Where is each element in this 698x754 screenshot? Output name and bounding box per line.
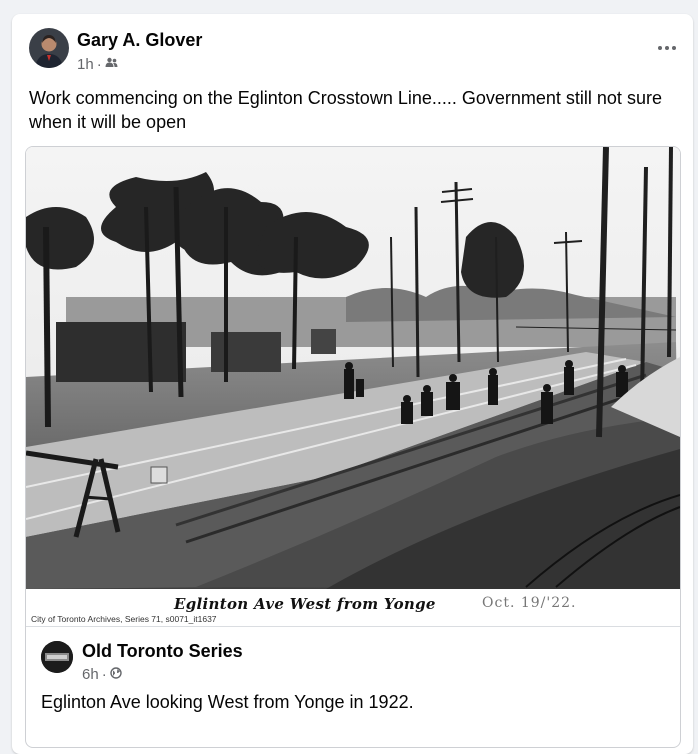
shared-post-text: Eglinton Ave looking West from Yonge in …	[41, 692, 414, 712]
meta-separator: ·	[96, 56, 102, 73]
meta-separator: ·	[101, 666, 107, 683]
photo-date: Oct. 19/'22.	[482, 595, 577, 611]
friends-icon[interactable]	[105, 56, 118, 73]
author-name[interactable]: Gary A. Glover	[77, 30, 202, 51]
globe-icon[interactable]	[109, 666, 122, 683]
page-avatar[interactable]	[41, 641, 73, 673]
post-meta: 1h ·	[77, 56, 118, 73]
more-options-icon	[658, 46, 676, 50]
page-name[interactable]: Old Toronto Series	[82, 641, 243, 662]
shared-post-time[interactable]: 6h	[82, 666, 99, 683]
archive-credit: City of Toronto Archives, Series 71, s00…	[31, 614, 217, 624]
shared-photo[interactable]: Eglinton Ave West from Yonge Oct. 19/'22…	[26, 147, 680, 625]
author-avatar[interactable]	[29, 28, 69, 68]
post-time[interactable]: 1h	[77, 56, 94, 73]
photo-caption: Eglinton Ave West from Yonge	[174, 595, 436, 613]
post-text: Work commencing on the Eglinton Crosstow…	[29, 88, 662, 132]
more-options-button[interactable]	[649, 30, 685, 66]
post-card: Gary A. Glover 1h · Work commencing on t…	[12, 14, 693, 754]
shared-post-meta: 6h ·	[82, 666, 122, 683]
shared-post-footer: Old Toronto Series 6h · Eglinton Ave loo…	[26, 626, 680, 747]
shared-post[interactable]: Eglinton Ave West from Yonge Oct. 19/'22…	[25, 146, 681, 748]
